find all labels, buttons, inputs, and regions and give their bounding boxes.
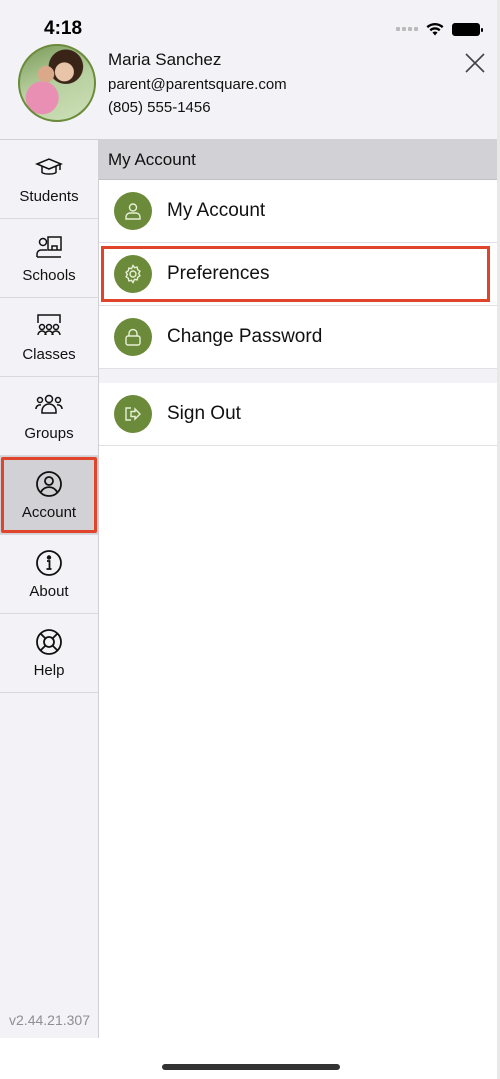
sign-out-icon — [114, 395, 152, 433]
menu-item-sign-out[interactable]: Sign Out — [99, 383, 500, 446]
status-time: 4:18 — [44, 18, 83, 39]
menu-item-preferences[interactable]: Preferences — [99, 243, 500, 306]
classroom-icon — [37, 313, 61, 335]
sidebar-item-schools[interactable]: Schools — [0, 219, 98, 298]
sidebar-item-label: Account — [21, 503, 77, 521]
info-icon — [36, 549, 62, 576]
sidebar-item-students[interactable]: Students — [0, 140, 98, 219]
sidebar-item-label: Groups — [24, 424, 74, 442]
group-icon — [35, 394, 63, 414]
menu-item-label: Sign Out — [167, 403, 241, 424]
sidebar-item-label: About — [29, 582, 69, 600]
sidebar-item-groups[interactable]: Groups — [0, 377, 98, 456]
user-circle-icon — [36, 470, 62, 497]
cellular-signal-icon — [396, 27, 418, 31]
menu-item-label: Change Password — [167, 326, 323, 347]
account-menu: My Account My Account Preferences Change… — [99, 140, 500, 446]
sidebar-item-label: Classes — [22, 345, 76, 363]
profile-header: 4:18 Maria Sanchez parent@parentsquare.c… — [0, 0, 500, 140]
section-divider — [99, 369, 500, 383]
lifebuoy-icon — [36, 628, 62, 655]
lock-icon — [114, 318, 152, 356]
close-icon[interactable] — [464, 52, 486, 74]
user-icon — [114, 192, 152, 230]
user-phone: (805) 555-1456 — [108, 99, 211, 116]
menu-item-my-account[interactable]: My Account — [99, 180, 500, 243]
menu-item-label: Preferences — [167, 263, 270, 284]
sidebar-item-help[interactable]: Help — [0, 614, 98, 693]
user-name: Maria Sanchez — [108, 50, 222, 69]
status-icons — [396, 22, 483, 36]
wifi-icon — [426, 22, 444, 36]
sidebar-item-about[interactable]: About — [0, 535, 98, 614]
school-teacher-icon — [36, 235, 62, 258]
menu-item-change-password[interactable]: Change Password — [99, 306, 500, 369]
sidebar: Students Schools Classes Groups Account … — [0, 140, 99, 1038]
sidebar-item-label: Students — [19, 187, 79, 205]
menu-item-label: My Account — [167, 200, 266, 221]
gear-icon — [114, 255, 152, 293]
battery-icon — [452, 22, 483, 36]
sidebar-item-label: Help — [33, 661, 65, 679]
section-title: My Account — [99, 140, 500, 180]
graduation-cap-icon — [35, 157, 63, 175]
avatar[interactable] — [18, 44, 96, 122]
app-version: v2.44.21.307 — [9, 1012, 90, 1028]
sidebar-item-account[interactable]: Account — [0, 456, 98, 535]
sidebar-item-label: Schools — [22, 266, 76, 284]
home-indicator[interactable] — [162, 1064, 340, 1070]
user-email: parent@parentsquare.com — [108, 76, 287, 93]
sidebar-item-classes[interactable]: Classes — [0, 298, 98, 377]
